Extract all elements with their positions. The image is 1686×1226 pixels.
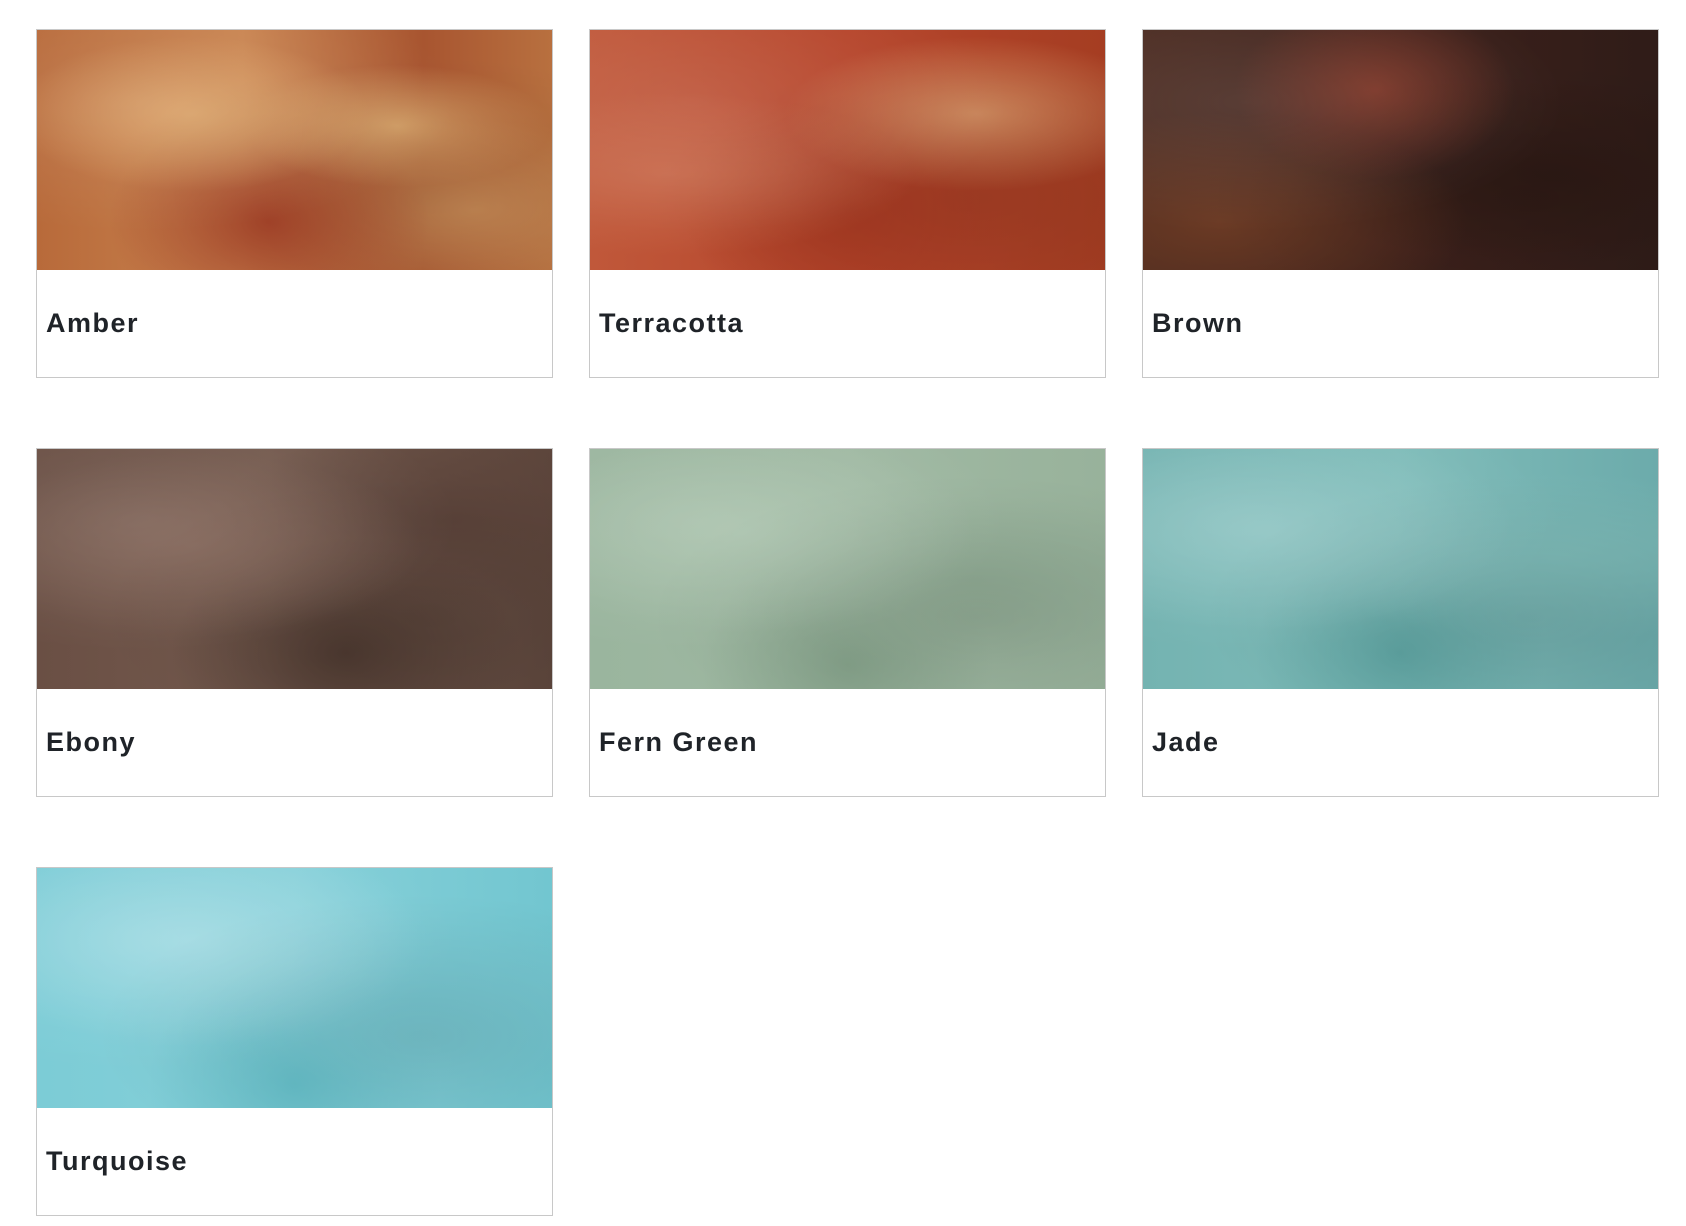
swatch-label: Fern Green bbox=[599, 727, 759, 757]
color-swatch-grid: Amber Terracotta Brown Ebony Fern Green … bbox=[36, 29, 1659, 1216]
swatch-label-area: Turquoise bbox=[37, 1108, 552, 1215]
swatch-image-ebony[interactable] bbox=[37, 449, 552, 689]
swatch-label-area: Brown bbox=[1143, 270, 1658, 377]
swatch-card-jade[interactable]: Jade bbox=[1142, 448, 1659, 797]
swatch-label-area: Terracotta bbox=[590, 270, 1105, 377]
swatch-label: Turquoise bbox=[46, 1146, 189, 1176]
swatch-label: Terracotta bbox=[599, 308, 745, 338]
swatch-image-amber[interactable] bbox=[37, 30, 552, 270]
swatch-image-turquoise[interactable] bbox=[37, 868, 552, 1108]
swatch-image-fern-green[interactable] bbox=[590, 449, 1105, 689]
swatch-label: Brown bbox=[1152, 308, 1244, 338]
swatch-label-area: Jade bbox=[1143, 689, 1658, 796]
swatch-card-amber[interactable]: Amber bbox=[36, 29, 553, 378]
swatch-card-terracotta[interactable]: Terracotta bbox=[589, 29, 1106, 378]
swatch-image-jade[interactable] bbox=[1143, 449, 1658, 689]
swatch-label-area: Ebony bbox=[37, 689, 552, 796]
swatch-label: Amber bbox=[46, 308, 140, 338]
swatch-image-terracotta[interactable] bbox=[590, 30, 1105, 270]
swatch-card-fern-green[interactable]: Fern Green bbox=[589, 448, 1106, 797]
swatch-card-ebony[interactable]: Ebony bbox=[36, 448, 553, 797]
swatch-label: Ebony bbox=[46, 727, 137, 757]
swatch-card-brown[interactable]: Brown bbox=[1142, 29, 1659, 378]
swatch-label-area: Fern Green bbox=[590, 689, 1105, 796]
swatch-label-area: Amber bbox=[37, 270, 552, 377]
swatch-label: Jade bbox=[1152, 727, 1220, 757]
swatch-card-turquoise[interactable]: Turquoise bbox=[36, 867, 553, 1216]
swatch-image-brown[interactable] bbox=[1143, 30, 1658, 270]
